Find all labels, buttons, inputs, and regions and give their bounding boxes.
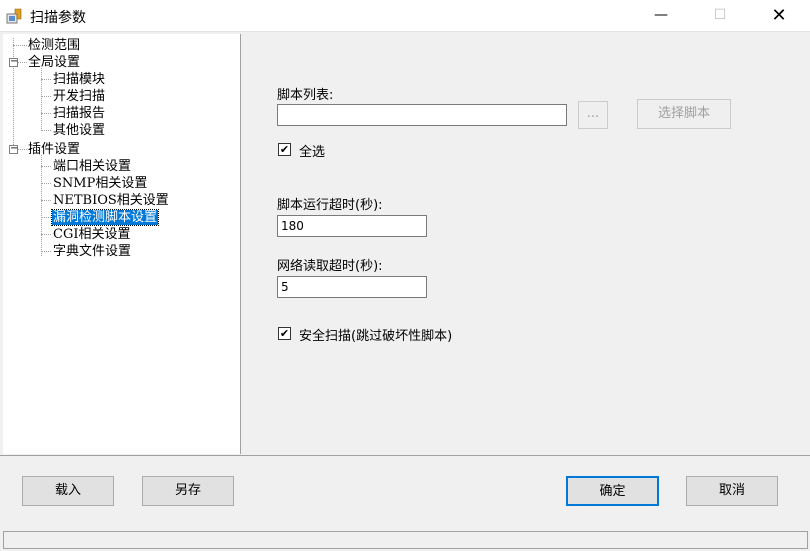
settings-tree[interactable]: − − 检测范围 全局设置 扫描模块 开发扫描 扫描报告 其他设置 插件设置 端… — [3, 34, 241, 454]
tree-connector — [41, 217, 51, 218]
select-script-button[interactable]: 选择脚本 — [637, 99, 731, 129]
tree-item-concurrent-scan[interactable]: 开发扫描 — [53, 89, 105, 104]
cancel-button[interactable]: 取消 — [686, 476, 778, 506]
select-all-label[interactable]: 全选 — [299, 141, 325, 160]
script-timeout-input[interactable]: 180 — [277, 215, 427, 237]
tree-item-netbios-settings[interactable]: NETBIOS相关设置 — [53, 193, 169, 208]
tree-item-vuln-script-settings[interactable]: 漏洞检测脚本设置 — [50, 209, 160, 226]
safe-scan-checkbox[interactable]: ✔ — [278, 327, 291, 340]
close-button[interactable]: ✕ — [756, 0, 802, 31]
tree-item-scan-range[interactable]: 检测范围 — [28, 38, 80, 53]
ok-button[interactable]: 确定 — [566, 476, 659, 506]
network-timeout-input[interactable]: 5 — [277, 276, 427, 298]
minimize-button[interactable]: — — [638, 0, 684, 31]
tree-item-plugin-settings[interactable]: 插件设置 — [28, 142, 80, 157]
script-list-input[interactable] — [277, 104, 567, 126]
tree-connector — [41, 251, 51, 252]
tree-connector — [41, 79, 51, 80]
tree-connector — [41, 234, 51, 235]
tree-item-port-settings[interactable]: 端口相关设置 — [53, 159, 131, 174]
status-bar — [3, 531, 808, 549]
tree-connector — [17, 62, 27, 63]
window-title: 扫描参数 — [30, 10, 86, 26]
tree-connector — [41, 166, 51, 167]
tree-connector — [41, 96, 51, 97]
tree-connector — [41, 130, 51, 131]
tree-item-dictionary-settings[interactable]: 字典文件设置 — [53, 244, 131, 259]
tree-connector — [41, 113, 51, 114]
tree-connector — [41, 200, 51, 201]
tree-collapse-toggle[interactable]: − — [9, 57, 18, 67]
settings-content: 脚本列表: ... 选择脚本 ✔ 全选 脚本运行超时(秒): 180 网络读取超… — [247, 34, 810, 454]
footer-separator — [0, 455, 810, 456]
tree-item-scan-report[interactable]: 扫描报告 — [53, 106, 105, 121]
browse-button[interactable]: ... — [578, 101, 608, 129]
tree-item-other-settings[interactable]: 其他设置 — [53, 123, 105, 138]
safe-scan-label[interactable]: 安全扫描(跳过破坏性脚本) — [299, 325, 452, 344]
network-timeout-label: 网络读取超时(秒): — [277, 259, 383, 274]
tree-item-snmp-settings[interactable]: SNMP相关设置 — [53, 176, 147, 191]
title-bar: 扫描参数 — ☐ ✕ — [0, 0, 810, 32]
tree-item-global-settings[interactable]: 全局设置 — [28, 55, 80, 70]
save-as-button[interactable]: 另存 — [142, 476, 234, 506]
tree-item-cgi-settings[interactable]: CGI相关设置 — [53, 227, 130, 242]
tree-connector — [41, 183, 51, 184]
tree-connector — [41, 68, 42, 131]
scan-app-icon — [6, 8, 22, 24]
maximize-button[interactable]: ☐ — [697, 0, 743, 31]
select-all-checkbox[interactable]: ✔ — [278, 143, 291, 156]
script-timeout-label: 脚本运行超时(秒): — [277, 198, 383, 213]
tree-connector — [41, 155, 42, 256]
script-list-label: 脚本列表: — [277, 88, 334, 103]
tree-connector — [17, 149, 27, 150]
tree-collapse-toggle[interactable]: − — [9, 144, 18, 154]
tree-connector — [13, 45, 27, 46]
tree-item-scan-module[interactable]: 扫描模块 — [53, 72, 105, 87]
load-button[interactable]: 载入 — [22, 476, 114, 506]
